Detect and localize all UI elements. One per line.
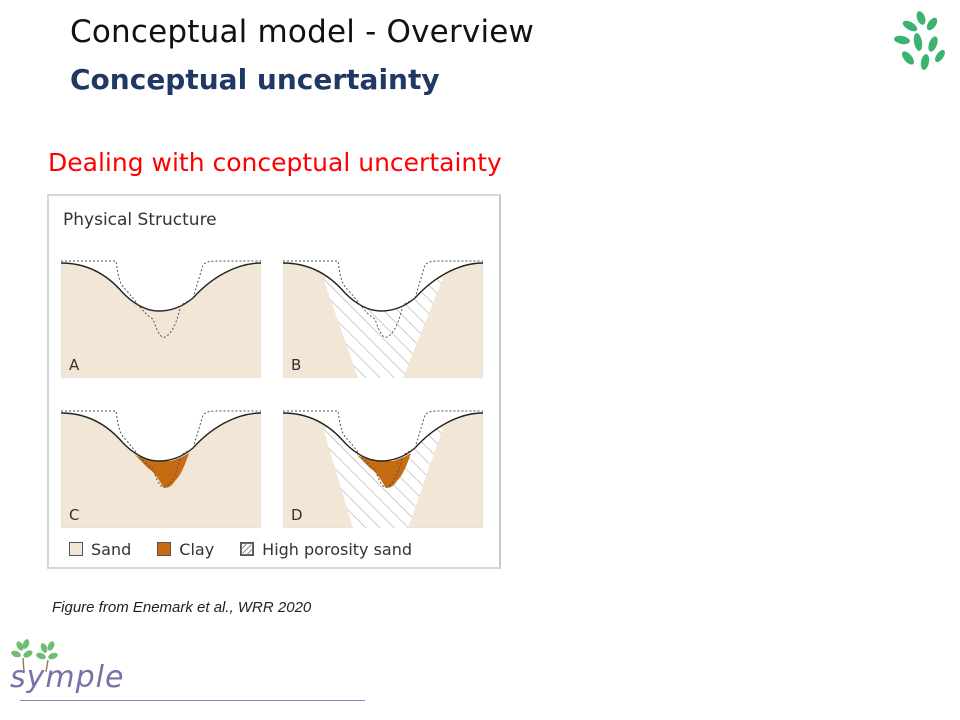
legend-label-clay: Clay xyxy=(179,539,215,559)
legend-label-high-porosity-sand: High porosity sand xyxy=(262,539,413,559)
section-heading: Dealing with conceptual uncertainty xyxy=(48,148,502,177)
panel-c: C xyxy=(61,403,261,528)
panel-label-b: B xyxy=(291,356,302,374)
figure-legend: Sand Clay High porosity sand xyxy=(69,538,438,560)
panel-label-a: A xyxy=(69,356,80,374)
leaf-logo-icon xyxy=(894,11,945,70)
slide-subtitle: Conceptual uncertainty xyxy=(70,63,440,96)
physical-structure-figure: Physical Structure A B C D Sand Clay Hig… xyxy=(47,194,501,569)
figure-caption: Figure from Enemark et al., WRR 2020 xyxy=(52,599,312,616)
panel-b: B xyxy=(283,253,483,378)
panel-d: D xyxy=(283,403,483,528)
legend-item-sand: Sand xyxy=(69,540,131,559)
slide-title: Conceptual model - Overview xyxy=(70,14,535,50)
footer-divider xyxy=(20,700,365,701)
symple-brand-text: symple xyxy=(10,660,125,695)
legend-label-sand: Sand xyxy=(91,539,132,559)
legend-item-clay: Clay xyxy=(157,540,214,559)
panel-a: A xyxy=(61,253,261,378)
figure-title: Physical Structure xyxy=(63,210,217,230)
clay-swatch-icon xyxy=(157,542,172,556)
sand-swatch-icon xyxy=(69,542,83,556)
legend-item-high-porosity-sand: High porosity sand xyxy=(240,540,412,559)
panel-label-d: D xyxy=(291,506,303,524)
slide: Conceptual model - Overview Conceptual u… xyxy=(0,0,960,720)
hatched-swatch-icon xyxy=(240,542,255,556)
panel-label-c: C xyxy=(69,506,80,524)
